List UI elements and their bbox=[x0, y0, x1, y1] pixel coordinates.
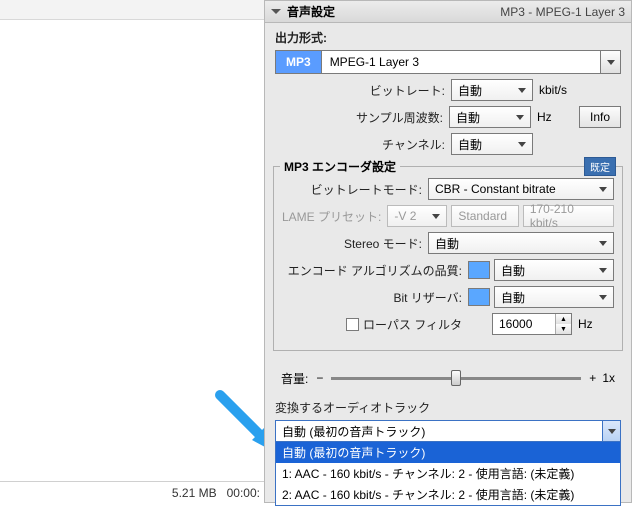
panel-title: 音声設定 bbox=[287, 3, 335, 20]
timeline-header bbox=[0, 0, 264, 20]
file-size: 5.21 MB bbox=[172, 486, 217, 500]
timeline-area: 5.21 MB 00:00: bbox=[0, 0, 264, 503]
audio-track-option[interactable]: 1: AAC - 160 kbit/s - チャンネル: 2 - 使用言語: (… bbox=[276, 463, 620, 484]
volume-row: 音量: − + 1x bbox=[265, 359, 631, 395]
audio-track-option[interactable]: 2: AAC - 160 kbit/s - チャンネル: 2 - 使用言語: (… bbox=[276, 484, 620, 505]
convert-tracks-label: 変換するオーディオトラック bbox=[275, 399, 621, 416]
output-format-select[interactable]: MP3 MPEG-1 Layer 3 bbox=[275, 50, 621, 74]
encoder-settings-group: MP3 エンコーダ設定 既定 ビットレートモード: CBR - Constant… bbox=[273, 166, 623, 351]
status-bar: 5.21 MB 00:00: bbox=[0, 481, 264, 503]
reservoir-label: Bit リザーバ: bbox=[393, 289, 462, 306]
algo-quality-select[interactable]: 自動 bbox=[494, 259, 614, 281]
time-position: 00:00: bbox=[227, 486, 260, 500]
audio-track-select[interactable]: 自動 (最初の音声トラック) 自動 (最初の音声トラック)1: AAC - 16… bbox=[275, 420, 621, 442]
chevron-down-icon bbox=[608, 429, 616, 434]
lowpass-checkbox[interactable] bbox=[346, 318, 359, 331]
channel-select[interactable]: 自動 bbox=[451, 133, 533, 155]
samplerate-select[interactable]: 自動 bbox=[449, 106, 531, 128]
samplerate-label: サンプル周波数: bbox=[356, 109, 443, 126]
reservoir-color-icon bbox=[468, 288, 490, 306]
bitrate-mode-label: ビットレートモード: bbox=[311, 181, 422, 198]
bitrate-label: ビットレート: bbox=[370, 82, 445, 99]
volume-minus: − bbox=[316, 371, 323, 385]
algo-quality-label: エンコード アルゴリズムの品質: bbox=[288, 262, 462, 279]
volume-slider[interactable] bbox=[331, 369, 581, 387]
format-dropdown-button[interactable] bbox=[600, 51, 620, 73]
lame-rate-display: 170-210 kbit/s bbox=[523, 205, 614, 227]
bitrate-select[interactable]: 自動 bbox=[451, 79, 533, 101]
lame-v-select: -V 2 bbox=[387, 205, 447, 227]
format-badge: MP3 bbox=[276, 51, 322, 73]
stereo-mode-label: Stereo モード: bbox=[344, 235, 422, 252]
collapse-icon bbox=[271, 9, 281, 14]
channel-label: チャンネル: bbox=[382, 136, 445, 153]
output-format-section: 出力形式: MP3 MPEG-1 Layer 3 ビットレート: 自動 kbit… bbox=[265, 23, 631, 162]
audio-settings-panel: 音声設定 MP3 - MPEG-1 Layer 3 出力形式: MP3 MPEG… bbox=[264, 0, 632, 503]
volume-value: 1x bbox=[602, 371, 615, 385]
chevron-down-icon bbox=[607, 60, 615, 65]
panel-header[interactable]: 音声設定 MP3 - MPEG-1 Layer 3 bbox=[265, 1, 631, 23]
info-button[interactable]: Info bbox=[579, 106, 621, 128]
lowpass-unit: Hz bbox=[578, 317, 614, 331]
lame-quality-select: Standard bbox=[451, 205, 518, 227]
default-badge[interactable]: 既定 bbox=[584, 157, 616, 176]
lame-preset-label: LAME プリセット: bbox=[282, 208, 381, 225]
format-desc: MPEG-1 Layer 3 bbox=[322, 51, 600, 73]
volume-label: 音量: bbox=[281, 370, 308, 387]
audio-track-dropdown-list: 自動 (最初の音声トラック)1: AAC - 160 kbit/s - チャンネ… bbox=[275, 442, 621, 506]
convert-tracks-section: 変換するオーディオトラック 自動 (最初の音声トラック) 自動 (最初の音声トラ… bbox=[265, 395, 631, 442]
output-format-label: 出力形式: bbox=[275, 29, 621, 46]
volume-plus: + bbox=[589, 371, 596, 385]
reservoir-select[interactable]: 自動 bbox=[494, 286, 614, 308]
bitrate-mode-select[interactable]: CBR - Constant bitrate bbox=[428, 178, 614, 200]
lowpass-input[interactable]: 16000 ▲▼ bbox=[492, 313, 572, 335]
encoder-legend: MP3 エンコーダ設定 bbox=[280, 158, 400, 175]
bitrate-unit: kbit/s bbox=[539, 83, 575, 97]
stereo-mode-select[interactable]: 自動 bbox=[428, 232, 614, 254]
lowpass-spinner[interactable]: ▲▼ bbox=[555, 314, 571, 334]
quality-color-icon bbox=[468, 261, 490, 279]
lowpass-label: ローパス フィルタ bbox=[363, 316, 462, 333]
audio-track-selected: 自動 (最初の音声トラック) bbox=[282, 423, 425, 440]
panel-subtitle: MP3 - MPEG-1 Layer 3 bbox=[500, 5, 625, 19]
audio-track-option[interactable]: 自動 (最初の音声トラック) bbox=[276, 442, 620, 463]
samplerate-unit: Hz bbox=[537, 110, 573, 124]
